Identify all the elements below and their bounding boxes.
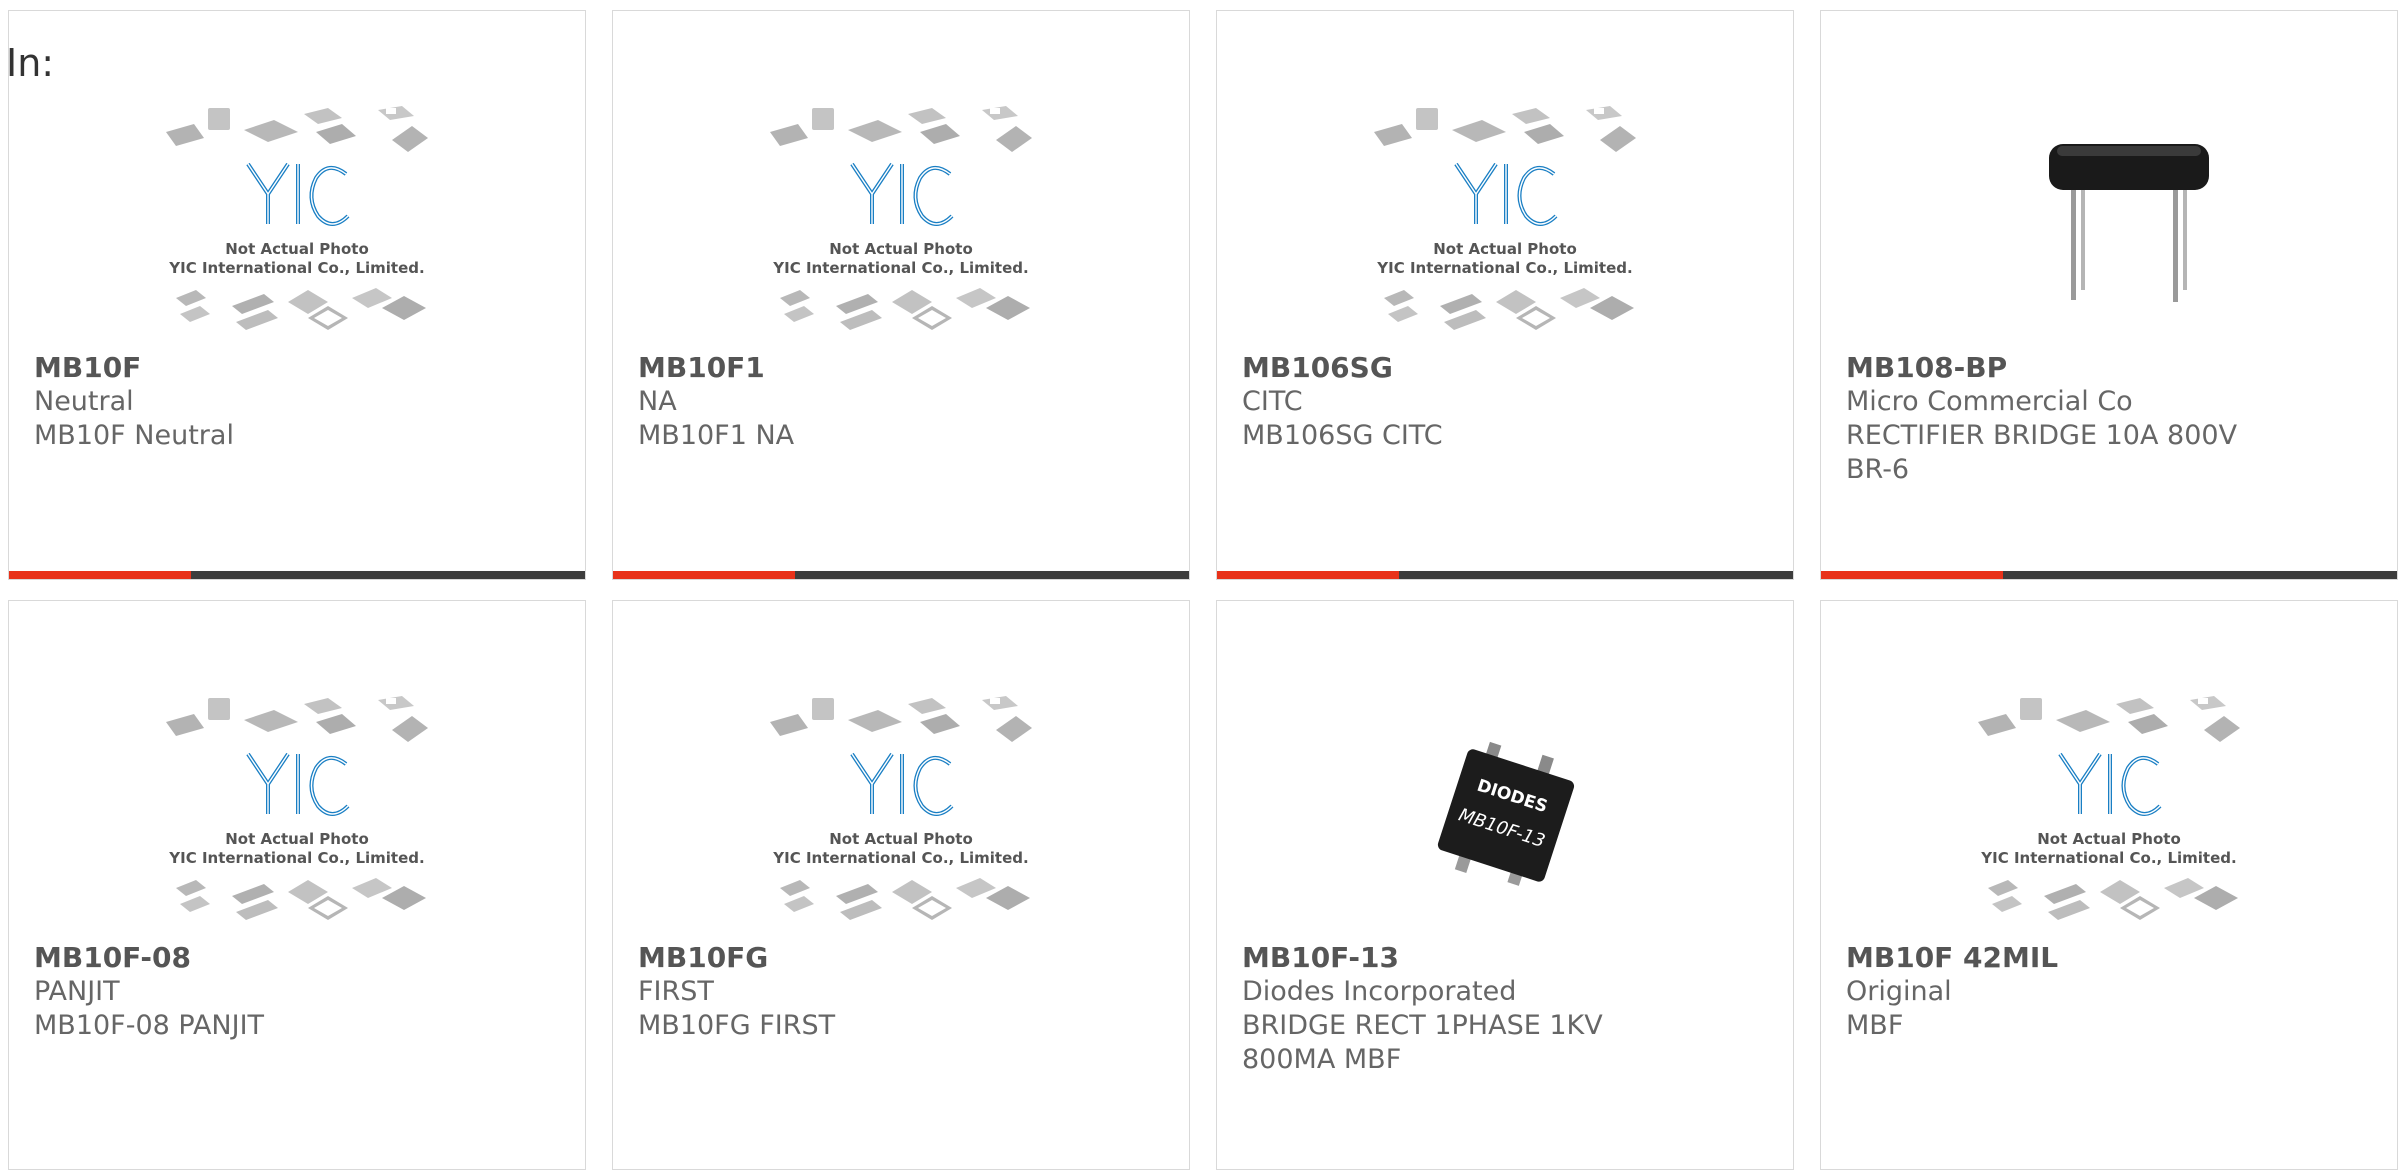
product-description: MB10F-08 PANJIT <box>34 1010 265 1041</box>
product-image[interactable]: Not Actual Photo YIC International Co., … <box>1821 687 2397 937</box>
placeholder-text-line1: Not Actual Photo <box>1433 240 1577 258</box>
placeholder-image: Not Actual Photo YIC International Co., … <box>768 104 1034 332</box>
product-manufacturer: Neutral <box>34 386 134 417</box>
product-card[interactable]: DIODES MB10F-13 MB10F-13 Diodes Incorpor… <box>1216 600 1794 1170</box>
product-card[interactable]: Not Actual Photo YIC International Co., … <box>8 600 586 1170</box>
product-manufacturer: PANJIT <box>34 976 120 1007</box>
placeholder-image: Not Actual Photo YIC International Co., … <box>1976 694 2242 922</box>
product-description: MB10FG FIRST <box>638 1010 836 1041</box>
placeholder-text-line2: YIC International Co., Limited. <box>772 849 1028 867</box>
placeholder-text-line1: Not Actual Photo <box>225 830 369 848</box>
placeholder-text-line2: YIC International Co., Limited. <box>1376 259 1632 277</box>
placeholder-image: Not Actual Photo YIC International Co., … <box>164 104 430 332</box>
diodes-chip-photo: DIODES MB10F-13 <box>1437 741 1575 886</box>
product-description: MB106SG CITC <box>1242 420 1443 451</box>
product-image[interactable]: Not Actual Photo YIC International Co., … <box>9 97 585 347</box>
placeholder-image: Not Actual Photo YIC International Co., … <box>1372 104 1638 332</box>
filter-label: In: <box>6 41 55 85</box>
card-accent-bar <box>1217 571 1793 579</box>
product-description: MBF <box>1846 1010 1904 1041</box>
product-manufacturer: CITC <box>1242 386 1303 417</box>
product-description: BRIDGE RECT 1PHASE 1KV 800MA MBF <box>1242 1010 1603 1075</box>
product-image[interactable]: Not Actual Photo YIC International Co., … <box>9 687 585 937</box>
card-accent-bar <box>1821 571 2397 579</box>
bridge-rectifier-photo <box>2049 144 2209 302</box>
product-part-number[interactable]: MB10FG <box>638 941 768 975</box>
product-manufacturer: Original <box>1846 976 1952 1007</box>
placeholder-image: Not Actual Photo YIC International Co., … <box>164 694 430 922</box>
product-image[interactable]: Not Actual Photo YIC International Co., … <box>1217 97 1793 347</box>
placeholder-image: Not Actual Photo YIC International Co., … <box>768 694 1034 922</box>
product-card[interactable]: Not Actual Photo YIC International Co., … <box>612 10 1190 580</box>
product-part-number[interactable]: MB106SG <box>1242 351 1393 385</box>
product-image[interactable]: DIODES MB10F-13 <box>1217 687 1793 937</box>
placeholder-text-line2: YIC International Co., Limited. <box>1980 849 2236 867</box>
placeholder-text-line2: YIC International Co., Limited. <box>168 259 424 277</box>
placeholder-text-line2: YIC International Co., Limited. <box>168 849 424 867</box>
product-part-number[interactable]: MB10F1 <box>638 351 765 385</box>
product-image[interactable]: Not Actual Photo YIC International Co., … <box>613 97 1189 347</box>
product-part-number[interactable]: MB10F <box>34 351 141 385</box>
product-manufacturer: Diodes Incorporated <box>1242 976 1517 1007</box>
product-description: MB10F Neutral <box>34 420 234 451</box>
product-part-number[interactable]: MB108-BP <box>1846 351 2007 385</box>
product-description: MB10F1 NA <box>638 420 795 451</box>
product-image[interactable]: Not Actual Photo YIC International Co., … <box>613 687 1189 937</box>
product-image[interactable] <box>1821 97 2397 347</box>
product-manufacturer: Micro Commercial Co <box>1846 386 2133 417</box>
product-card[interactable]: Not Actual Photo YIC International Co., … <box>1820 600 2398 1170</box>
product-manufacturer: NA <box>638 386 677 417</box>
product-description: RECTIFIER BRIDGE 10A 800V BR-6 <box>1846 420 2238 485</box>
product-card[interactable]: MB108-BP Micro Commercial Co RECTIFIER B… <box>1820 10 2398 580</box>
card-accent-bar <box>9 571 585 579</box>
placeholder-text-line1: Not Actual Photo <box>225 240 369 258</box>
product-card[interactable]: Not Actual Photo YIC International Co., … <box>612 600 1190 1170</box>
placeholder-text-line1: Not Actual Photo <box>829 240 973 258</box>
product-part-number[interactable]: MB10F-08 <box>34 941 191 975</box>
card-accent-bar <box>613 571 1189 579</box>
product-manufacturer: FIRST <box>638 976 714 1007</box>
placeholder-text-line1: Not Actual Photo <box>2037 830 2181 848</box>
product-card[interactable]: Not Actual Photo YIC International Co., … <box>1216 10 1794 580</box>
placeholder-text-line1: Not Actual Photo <box>829 830 973 848</box>
placeholder-text-line2: YIC International Co., Limited. <box>772 259 1028 277</box>
product-part-number[interactable]: MB10F-13 <box>1242 941 1399 975</box>
product-part-number[interactable]: MB10F 42MIL <box>1846 941 2058 975</box>
product-card[interactable]: Not Actual Photo YIC International Co., … <box>8 10 586 580</box>
